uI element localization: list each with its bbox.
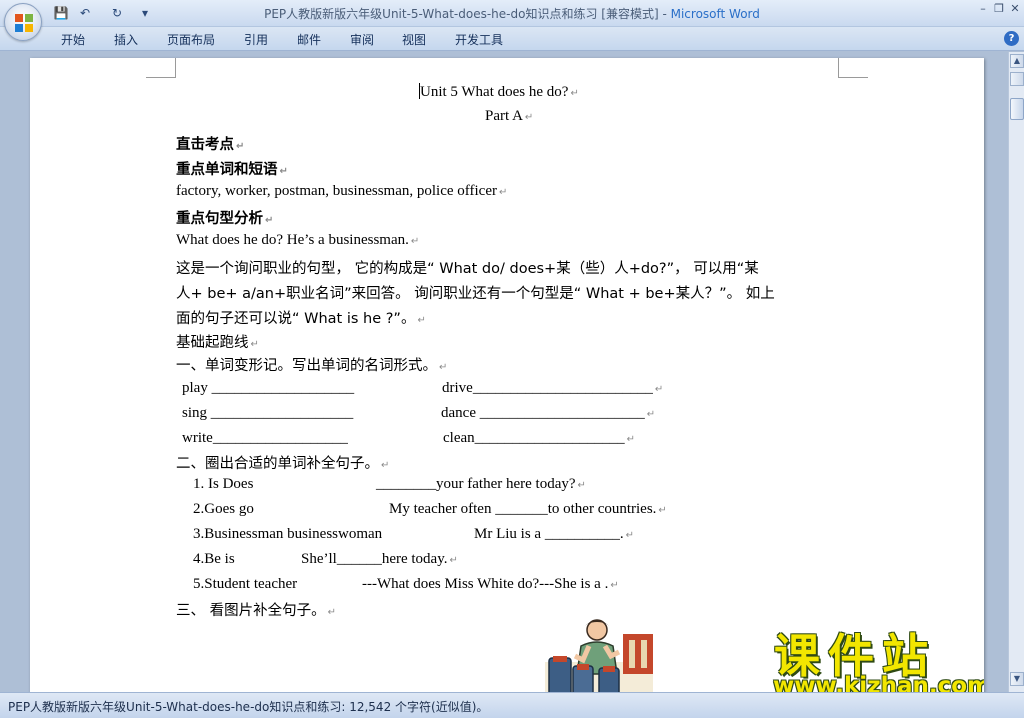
app-name: Microsoft Word <box>670 7 760 21</box>
ex1-row-1-right[interactable]: drive________________________ ↵ <box>442 380 663 397</box>
doc-title: Unit 5 What does he do? ↵ <box>419 83 579 100</box>
document-workspace: Unit 5 What does he do? ↵ Part A ↵ 直击考点 ↵ 重… <box>0 52 1008 698</box>
explanation-line-3: 面的句子还可以说“ What is he ?”。 ↵ <box>176 311 426 327</box>
tab-home[interactable]: 开始 <box>61 31 85 48</box>
ex1-row-2-left[interactable]: sing ___________________ <box>182 405 353 422</box>
heading-words: 重点单词和短语 ↵ <box>176 162 288 178</box>
title-bar: 💾 ↶ ↻ ▾ PEP人教版新版六年级Unit-5-What-does-he-d… <box>0 0 1024 27</box>
ruler-toggle-icon[interactable] <box>1010 72 1024 86</box>
document-name: PEP人教版新版六年级Unit-5-What-does-he-do知识点和练习 … <box>264 7 659 21</box>
document-page[interactable]: Unit 5 What does he do? ↵ Part A ↵ 直击考点 ↵ 重… <box>30 58 984 698</box>
tab-references[interactable]: 引用 <box>244 31 268 48</box>
heading-focus: 直击考点 ↵ <box>176 137 245 153</box>
ex2-item-3-text[interactable]: Mr Liu is a __________. ↵ <box>474 526 634 543</box>
title-separator: - <box>658 7 671 21</box>
key-sentence: What does he do? He’s a businessman. ↵ <box>176 232 420 248</box>
ex2-item-5-options: 5.Student teacher <box>193 576 298 592</box>
ex1-row-1-left[interactable]: play ___________________ <box>182 380 354 397</box>
tab-mailings[interactable]: 邮件 <box>297 31 321 48</box>
restore-button[interactable]: ❐ <box>992 2 1006 16</box>
help-icon[interactable]: ? <box>1004 31 1019 46</box>
tab-page-layout[interactable]: 页面布局 <box>167 31 215 48</box>
status-text: PEP人教版新版六年级Unit-5-What-does-he-do知识点和练习:… <box>8 700 489 714</box>
scroll-down-button[interactable]: ▼ <box>1010 672 1024 686</box>
crop-mark-right <box>838 58 868 78</box>
office-logo-icon <box>15 14 33 32</box>
tab-review[interactable]: 审阅 <box>350 31 374 48</box>
ex1-row-3-left[interactable]: write__________________ <box>182 430 348 447</box>
doc-subtitle: Part A ↵ <box>485 108 534 124</box>
scroll-up-button[interactable]: ▲ <box>1010 54 1024 68</box>
office-button[interactable] <box>4 3 42 41</box>
ex2-item-5-text[interactable]: ---What does Miss White do?---She is a .… <box>362 576 619 593</box>
exercise-1-title: 一、单词变形记。写出单词的名词形式。 ↵ <box>176 358 448 374</box>
ex2-item-1-options: 1. Is Does <box>193 476 254 492</box>
ex2-item-4-text[interactable]: She’ll______here today. ↵ <box>301 551 458 568</box>
ribbon-tabs: 开始 插入 页面布局 引用 邮件 审阅 视图 开发工具 ? <box>0 27 1024 51</box>
tab-view[interactable]: 视图 <box>402 31 426 48</box>
heading-sentence: 重点句型分析 ↵ <box>176 211 274 227</box>
word-list: factory, worker, postman, businessman, p… <box>176 183 508 199</box>
ex2-item-1-text[interactable]: ________your father here today? ↵ <box>376 476 586 493</box>
vertical-scrollbar[interactable]: ▲ ▼ <box>1008 52 1024 692</box>
exercise-3-title: 三、 看图片补全句子。 ↵ <box>176 603 336 619</box>
ex2-item-4-options: 4.Be is <box>193 551 235 567</box>
window-title: PEP人教版新版六年级Unit-5-What-does-he-do知识点和练习 … <box>0 5 1024 22</box>
tab-developer[interactable]: 开发工具 <box>455 31 503 48</box>
explanation-line-1: 这是一个询问职业的句型， 它的构成是“ What do/ does+某（些）人+… <box>176 261 759 277</box>
crop-mark-left <box>146 58 176 78</box>
ex2-item-2-text[interactable]: My teacher often _______to other countri… <box>389 501 667 518</box>
ex2-item-3-options: 3.Businessman businesswoman <box>193 526 383 542</box>
ex2-item-2-options: 2.Goes go <box>193 501 254 517</box>
exercise-2-title: 二、圈出合适的单词补全句子。 ↵ <box>176 456 390 472</box>
tab-insert[interactable]: 插入 <box>114 31 138 48</box>
ex1-row-3-right[interactable]: clean____________________ ↵ <box>443 430 635 447</box>
ex1-row-2-right[interactable]: dance ______________________ ↵ <box>441 405 655 422</box>
explanation-line-2: 人+ be+ a/an+职业名词”来回答。 询问职业还有一个句型是“ What … <box>176 286 775 302</box>
scrollbar-thumb[interactable] <box>1010 98 1024 120</box>
minimize-button[interactable]: – <box>976 2 990 16</box>
worker-illustration <box>545 619 653 698</box>
close-button[interactable]: ✕ <box>1008 2 1022 16</box>
status-bar: PEP人教版新版六年级Unit-5-What-does-he-do知识点和练习:… <box>0 692 1024 718</box>
section-basics: 基础起跑线 ↵ <box>176 335 259 351</box>
